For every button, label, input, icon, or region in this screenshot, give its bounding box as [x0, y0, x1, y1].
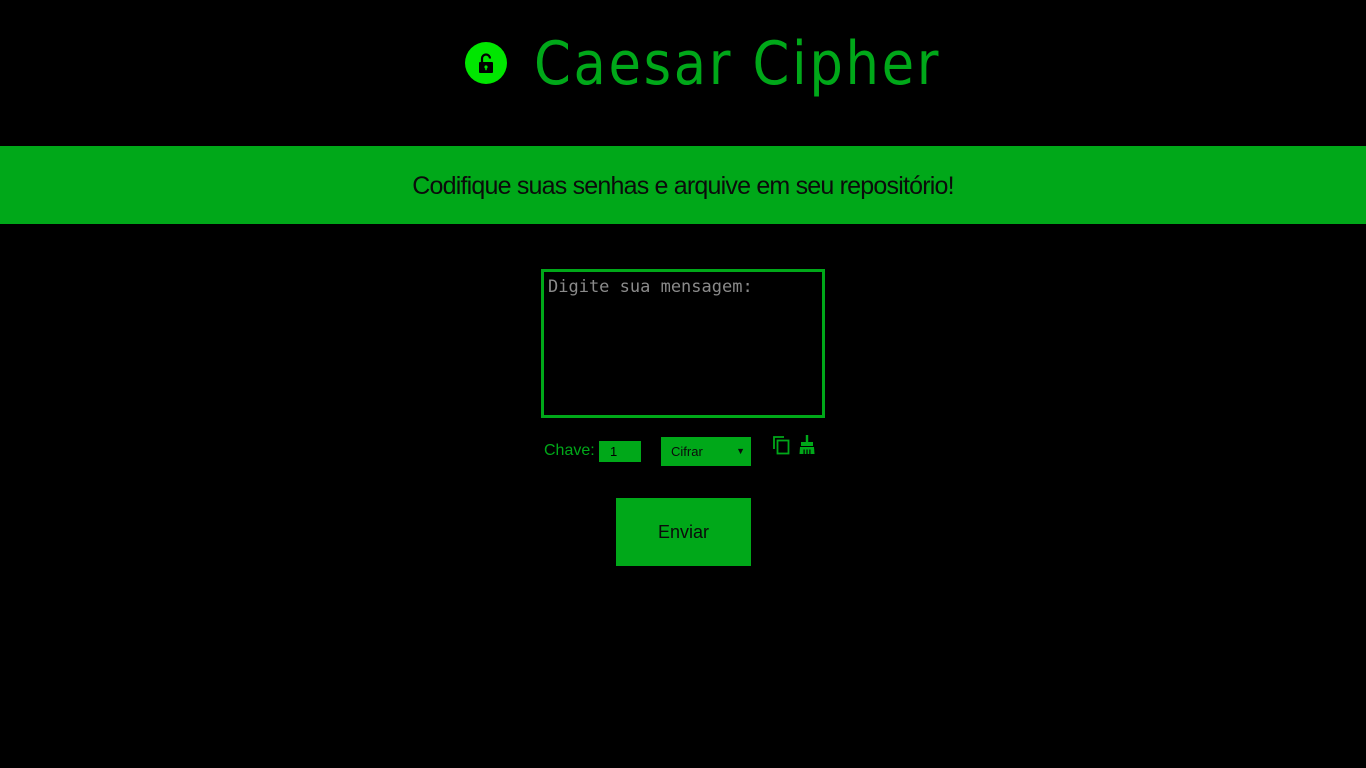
mode-select-value: Cifrar	[671, 444, 703, 459]
lock-icon	[465, 42, 507, 84]
submit-button[interactable]: Enviar	[616, 498, 751, 566]
message-input[interactable]	[541, 269, 825, 418]
chevron-down-icon: ▼	[736, 446, 745, 456]
header: Caesar Cipher	[0, 0, 1366, 146]
key-label: Chave:	[544, 442, 595, 459]
banner: Codifique suas senhas e arquive em seu r…	[0, 146, 1366, 224]
key-input[interactable]	[599, 441, 641, 462]
mode-select[interactable]: Cifrar ▼	[661, 437, 751, 466]
banner-text: Codifique suas senhas e arquive em seu r…	[412, 172, 954, 200]
broom-icon[interactable]	[797, 435, 817, 457]
page-title: Caesar Cipher	[534, 29, 942, 99]
copy-icon[interactable]	[772, 435, 792, 457]
